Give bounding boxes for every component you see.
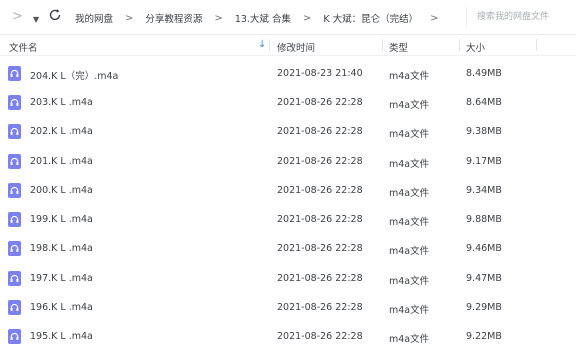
file-size: 9.46MB	[466, 243, 502, 254]
breadcrumb: 我的网盘 > 分享教程资源 > 13.大斌 合集 > K 大斌：昆仑（完结） >	[75, 11, 450, 26]
table-row[interactable]: 203.K L .m4a 2021-08-26 22:28 m4a文件 8.64MB	[0, 88, 576, 117]
search-input[interactable]: 搜索我的网盘文件	[466, 6, 576, 28]
refresh-button[interactable]	[48, 8, 62, 26]
table-row[interactable]: 202.K L .m4a 2021-08-26 22:28 m4a文件 9.38MB	[0, 117, 576, 146]
file-name[interactable]: 199.K L .m4a	[30, 214, 93, 225]
file-type: m4a文件	[389, 100, 430, 111]
breadcrumb-item-shared-resources[interactable]: 分享教程资源	[145, 11, 202, 25]
audio-file-icon	[8, 241, 21, 256]
file-type: m4a文件	[389, 334, 430, 345]
dropdown-arrow-icon[interactable]: ▼	[33, 13, 39, 27]
audio-file-icon	[8, 212, 21, 227]
file-type: m4a文件	[389, 217, 430, 228]
column-divider[interactable]	[269, 39, 270, 51]
file-name[interactable]: 198.K L .m4a	[30, 243, 93, 254]
table-row[interactable]: 200.K L .m4a 2021-08-26 22:28 m4a文件 9.34MB	[0, 176, 576, 205]
table-row[interactable]: 197.K L .m4a 2021-08-26 22:28 m4a文件 9.47MB	[0, 264, 576, 293]
breadcrumb-expand-icon[interactable]: >	[430, 13, 438, 24]
file-modified-time: 2021-08-26 22:28	[277, 302, 363, 313]
table-row[interactable]: 196.K L .m4a 2021-08-26 22:28 m4a文件 9.29MB	[0, 293, 576, 322]
file-name[interactable]: 203.K L .m4a	[30, 97, 93, 108]
file-size: 8.49MB	[466, 68, 502, 79]
audio-file-icon	[8, 124, 21, 139]
file-modified-time: 2021-08-26 22:28	[277, 126, 363, 137]
column-header-name[interactable]: 文件名	[9, 40, 38, 54]
breadcrumb-separator-icon: >	[214, 12, 223, 24]
file-size: 9.29MB	[466, 302, 502, 313]
audio-file-icon	[8, 154, 21, 169]
file-name[interactable]: 202.K L .m4a	[30, 126, 93, 137]
audio-file-icon	[8, 271, 21, 286]
breadcrumb-item-current-folder[interactable]: K 大斌：昆仑（完结）	[323, 11, 418, 25]
refresh-icon	[49, 9, 61, 21]
column-header-modified[interactable]: 修改时间	[277, 40, 315, 54]
file-name[interactable]: 200.K L .m4a	[30, 185, 93, 196]
file-type: m4a文件	[389, 276, 430, 287]
audio-file-icon	[8, 66, 21, 81]
file-type: m4a文件	[389, 246, 430, 257]
file-type: m4a文件	[389, 71, 430, 82]
sort-down-icon[interactable]: ↓	[258, 39, 266, 50]
file-size: 9.88MB	[466, 214, 502, 225]
file-type: m4a文件	[389, 129, 430, 140]
file-name[interactable]: 195.K L .m4a	[30, 331, 93, 342]
file-name[interactable]: 197.K L .m4a	[30, 273, 93, 284]
file-size: 9.47MB	[466, 273, 502, 284]
file-modified-time: 2021-08-26 22:28	[277, 273, 363, 284]
audio-file-icon	[8, 183, 21, 198]
file-modified-time: 2021-08-26 22:28	[277, 243, 363, 254]
breadcrumb-separator-icon: >	[302, 12, 312, 24]
column-header-type[interactable]: 类型	[389, 40, 408, 54]
breadcrumb-item-my-drive[interactable]: 我的网盘	[75, 11, 113, 25]
column-divider[interactable]	[459, 39, 460, 51]
file-name[interactable]: 196.K L .m4a	[30, 302, 93, 313]
file-size: 9.38MB	[466, 126, 502, 137]
file-modified-time: 2021-08-26 22:28	[277, 185, 363, 196]
forward-icon[interactable]: >	[12, 10, 23, 24]
file-modified-time: 2021-08-23 21:40	[277, 68, 363, 79]
column-divider[interactable]	[382, 39, 383, 51]
column-divider[interactable]	[536, 39, 537, 51]
column-header-size[interactable]: 大小	[466, 40, 485, 54]
file-size: 9.17MB	[466, 156, 502, 167]
breadcrumb-item-collection[interactable]: 13.大斌 合集	[235, 11, 291, 25]
file-type: m4a文件	[389, 188, 430, 199]
file-modified-time: 2021-08-26 22:28	[277, 97, 363, 108]
file-name[interactable]: 201.K L .m4a	[30, 156, 93, 167]
table-row[interactable]: 204.K L（完）.m4a 2021-08-23 21:40 m4a文件 8.49M…	[0, 59, 576, 88]
file-modified-time: 2021-08-26 22:28	[277, 331, 363, 342]
file-modified-time: 2021-08-26 22:28	[277, 214, 363, 225]
file-modified-time: 2021-08-26 22:28	[277, 156, 363, 167]
breadcrumb-separator-icon: >	[125, 12, 134, 24]
file-name[interactable]: 204.K L（完）.m4a	[30, 68, 118, 82]
audio-file-icon	[8, 300, 21, 315]
table-row[interactable]: 199.K L .m4a 2021-08-26 22:28 m4a文件 9.88MB	[0, 205, 576, 234]
file-size: 9.34MB	[466, 185, 502, 196]
file-size: 9.22MB	[466, 331, 502, 342]
audio-file-icon	[8, 329, 21, 344]
table-header: 文件名 ↓ 修改时间 类型 大小	[0, 35, 576, 56]
file-type: m4a文件	[389, 159, 430, 170]
table-row[interactable]: 195.K L .m4a 2021-08-26 22:28 m4a文件 9.22MB	[0, 322, 576, 351]
audio-file-icon	[8, 95, 21, 110]
file-type: m4a文件	[389, 305, 430, 316]
file-size: 8.64MB	[466, 97, 502, 108]
toolbar: > ▼ 我的网盘 > 分享教程资源 > 13.大斌 合集 > K 大斌：昆仑（完…	[0, 0, 576, 35]
table-row[interactable]: 198.K L .m4a 2021-08-26 22:28 m4a文件 9.46MB	[0, 234, 576, 263]
table-row[interactable]: 201.K L .m4a 2021-08-26 22:28 m4a文件 9.17MB	[0, 147, 576, 176]
